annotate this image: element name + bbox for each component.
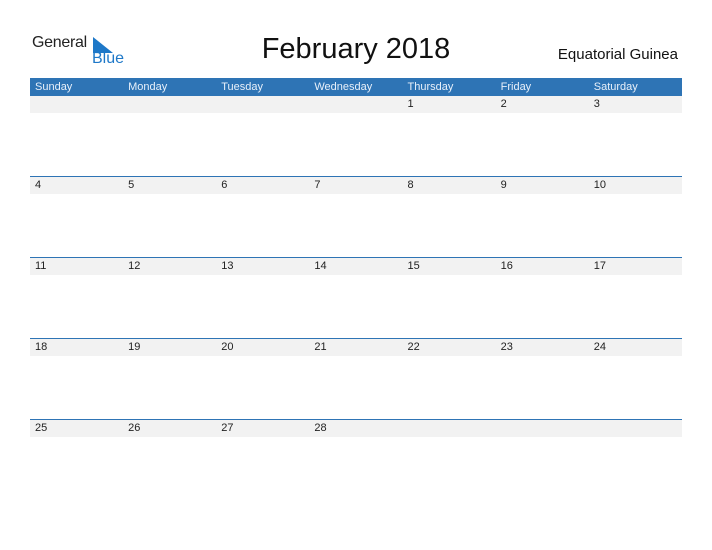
day-cell: 28 xyxy=(314,422,327,434)
day-cell: 9 xyxy=(500,179,507,191)
weekday-sunday: Sunday xyxy=(35,81,73,93)
weekday-header: Sunday Monday Tuesday Wednesday Thursday… xyxy=(30,78,682,96)
day-cell: 24 xyxy=(593,341,606,353)
day-cell: 13 xyxy=(221,260,234,272)
date-strip: 11 12 13 14 15 16 17 xyxy=(30,258,682,275)
day-cell: 19 xyxy=(128,341,141,353)
weekday-wednesday: Wednesday xyxy=(314,81,373,93)
day-cell: 17 xyxy=(593,260,606,272)
day-cell: 2 xyxy=(500,98,507,110)
week-row: 4 5 6 7 8 9 10 xyxy=(30,176,682,258)
country-label: Equatorial Guinea xyxy=(557,46,678,63)
day-cell: 8 xyxy=(407,179,414,191)
day-cell: 7 xyxy=(314,179,321,191)
day-cell xyxy=(123,96,216,113)
date-strip: 25 26 27 28 xyxy=(30,420,682,437)
day-cell: 22 xyxy=(407,341,420,353)
weekday-thursday: Thursday xyxy=(407,81,454,93)
week-row: 25 26 27 28 xyxy=(30,419,682,501)
day-cell: 27 xyxy=(221,422,234,434)
weekday-monday: Monday xyxy=(128,81,168,93)
weekday-saturday: Saturday xyxy=(593,81,638,93)
day-cell: 12 xyxy=(128,260,141,272)
day-cell: 6 xyxy=(221,179,228,191)
day-cell: 18 xyxy=(35,341,48,353)
day-cell xyxy=(496,420,589,437)
date-strip: 1 2 3 xyxy=(30,96,682,113)
day-cell: 20 xyxy=(221,341,234,353)
day-cell xyxy=(30,96,123,113)
week-row: 11 12 13 14 15 16 17 xyxy=(30,257,682,339)
day-cell xyxy=(309,96,402,113)
day-cell xyxy=(216,96,309,113)
day-cell xyxy=(403,420,496,437)
day-cell: 10 xyxy=(593,179,606,191)
day-cell xyxy=(589,420,682,437)
weekday-friday: Friday xyxy=(500,81,532,93)
week-row: 1 2 3 xyxy=(30,96,682,177)
day-cell: 26 xyxy=(128,422,141,434)
day-cell: 1 xyxy=(407,98,414,110)
day-cell: 15 xyxy=(407,260,420,272)
weekday-tuesday: Tuesday xyxy=(221,81,264,93)
day-cell: 5 xyxy=(128,179,135,191)
day-cell: 23 xyxy=(500,341,513,353)
day-cell: 3 xyxy=(593,98,600,110)
day-cell: 14 xyxy=(314,260,327,272)
date-strip: 18 19 20 21 22 23 24 xyxy=(30,339,682,356)
day-cell: 25 xyxy=(35,422,48,434)
day-cell: 16 xyxy=(500,260,513,272)
week-row: 18 19 20 21 22 23 24 xyxy=(30,338,682,420)
day-cell: 21 xyxy=(314,341,327,353)
day-cell: 11 xyxy=(35,260,47,272)
day-cell: 4 xyxy=(35,179,42,191)
date-strip: 4 5 6 7 8 9 10 xyxy=(30,177,682,194)
